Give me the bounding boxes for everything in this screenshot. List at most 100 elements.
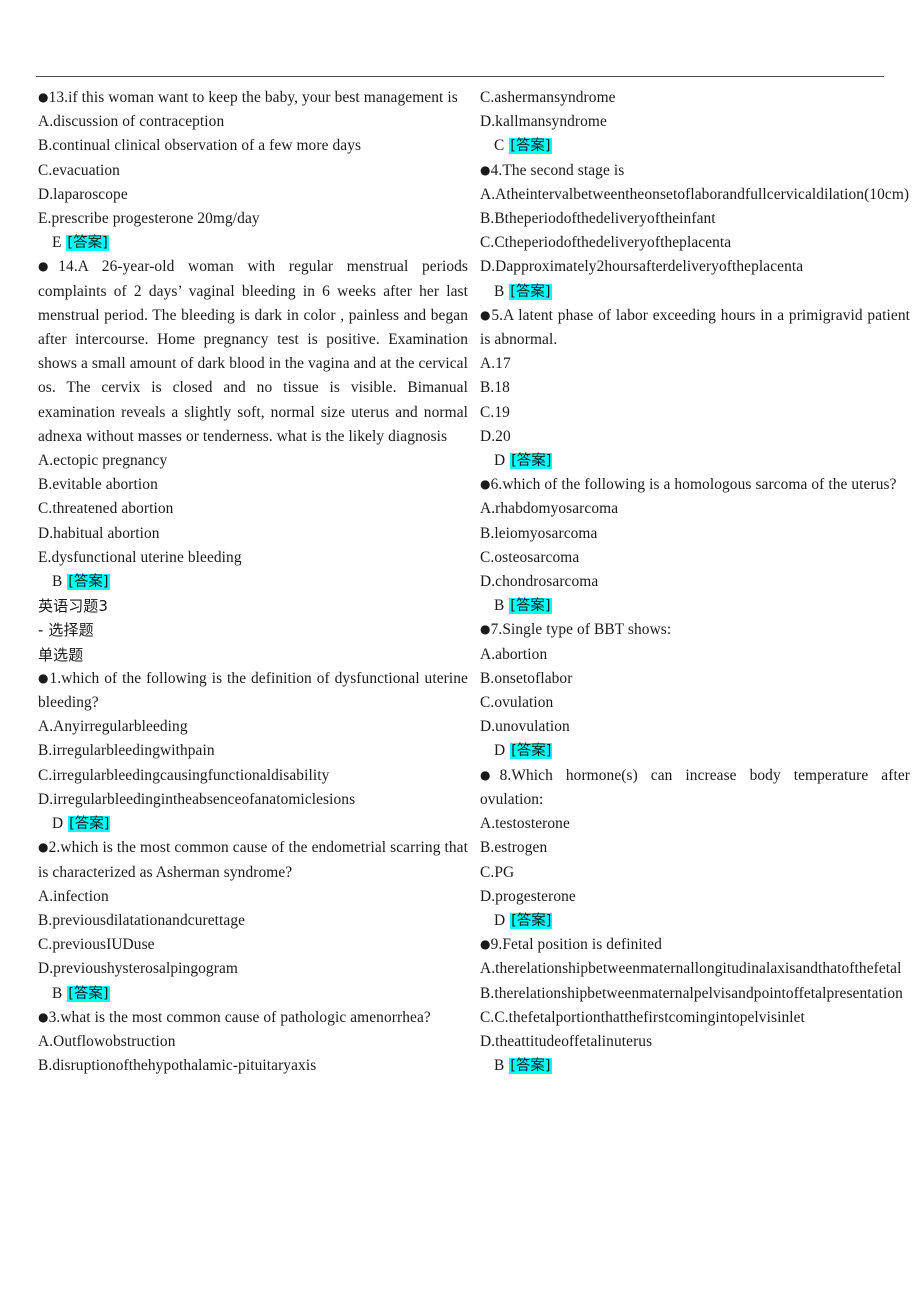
left-column: ●13.if this woman want to keep the baby,…: [38, 86, 468, 1078]
option-line: A.infection: [38, 887, 109, 905]
answer-line: D [答案]: [38, 812, 468, 836]
bullet-icon: ●: [480, 767, 500, 782]
answer-tag-highlight: [答案]: [509, 283, 552, 300]
option-line: B.estrogen: [480, 839, 548, 857]
option-line: A.Outflowobstruction: [38, 1032, 176, 1050]
question-stem: ●7.Single type of BBT shows:: [480, 618, 910, 642]
option-line: C.osteosarcoma: [480, 548, 580, 566]
option-line: C.irregularbleedingcausingfunctionaldisa…: [38, 766, 330, 784]
option-line: B.18: [480, 379, 510, 397]
question-stem: ●13.if this woman want to keep the baby,…: [38, 86, 468, 110]
bullet-icon: ●: [480, 162, 491, 177]
question-stem: ●3.what is the most common cause of path…: [38, 1006, 468, 1030]
answer-line: B [答案]: [480, 1054, 910, 1078]
option-line: B.irregularbleedingwithpain: [38, 742, 215, 760]
answer-letter: D: [494, 742, 506, 760]
option-line: A.discussion of contraception: [38, 113, 225, 131]
question-stem: ●8.Which hormone(s) can increase body te…: [480, 764, 910, 812]
section-heading: 英语习题3: [38, 597, 109, 616]
option-line: D.20: [480, 427, 511, 445]
answer-tag-highlight: [答案]: [510, 743, 553, 760]
answer-letter: D: [494, 911, 506, 929]
option-line: A.therelationshipbetweenmaternallongitud…: [480, 960, 902, 978]
answer-line: D [答案]: [480, 739, 910, 763]
answer-tag-highlight: [答案]: [510, 453, 553, 470]
answer-letter: B: [52, 984, 63, 1002]
question-stem: ●4.The second stage is: [480, 159, 910, 183]
bullet-icon: ●: [38, 670, 50, 685]
question-text: 4.The second stage is: [490, 161, 625, 179]
option-line: E.dysfunctional uterine bleeding: [38, 548, 242, 566]
answer-tag-highlight: [答案]: [68, 816, 111, 833]
question-text: 7.Single type of BBT shows:: [490, 621, 672, 639]
answer-letter: C: [494, 137, 505, 155]
question-text: 1.which of the following is the definiti…: [38, 669, 468, 712]
bullet-icon: ●: [480, 622, 491, 637]
question-stem: ●5.A latent phase of labor exceeding hou…: [480, 304, 910, 352]
answer-line: D [答案]: [480, 909, 910, 933]
answer-line: E [答案]: [38, 231, 468, 255]
option-line: D.kallmansyndrome: [480, 113, 607, 131]
option-line: C.PG: [480, 863, 515, 881]
header-rule: [36, 76, 884, 77]
option-line: D.Dapproximately2hoursafterdeliveryofthe…: [480, 258, 804, 276]
answer-letter: D: [52, 815, 64, 833]
question-text: 9.Fetal position is definited: [490, 936, 662, 954]
question-text: 3.what is the most common cause of patho…: [48, 1008, 431, 1026]
answer-line: B [答案]: [480, 594, 910, 618]
answer-letter: E: [52, 234, 62, 252]
option-line: D.previoushysterosalpingogram: [38, 960, 238, 978]
option-line: C.Ctheperiodofthedeliveryoftheplacenta: [480, 234, 732, 252]
bullet-icon: ●: [480, 477, 491, 492]
answer-tag-highlight: [答案]: [67, 574, 110, 591]
option-line: C.C.thefetalportionthatthefirstcomingint…: [480, 1008, 805, 1026]
question-text: 13.if this woman want to keep the baby, …: [48, 89, 458, 106]
question-text: 6.which of the following is a homologous…: [490, 476, 897, 494]
option-line: C.ovulation: [480, 694, 554, 712]
option-line: B.leiomyosarcoma: [480, 524, 598, 542]
answer-line: C [答案]: [480, 134, 910, 158]
bullet-icon: ●: [38, 259, 59, 274]
section-heading: - 选择题: [38, 621, 94, 640]
answer-tag-highlight: [答案]: [509, 138, 552, 155]
bullet-icon: ●: [38, 1009, 49, 1024]
answer-line: B [答案]: [38, 982, 468, 1006]
question-text: 8.Which hormone(s) can increase body tem…: [480, 766, 910, 808]
question-text: 2.which is the most common cause of the …: [38, 839, 468, 881]
option-line: B.Btheperiodofthedeliveryoftheinfant: [480, 210, 716, 228]
option-line: A.17: [480, 355, 511, 373]
option-line: B.onsetoflabor: [480, 669, 573, 687]
answer-tag-highlight: [答案]: [66, 235, 109, 252]
option-line: B.therelationshipbetweenmaternalpelvisan…: [480, 984, 903, 1002]
bullet-icon: ●: [38, 840, 49, 855]
question-stem: ●1.which of the following is the definit…: [38, 667, 468, 715]
option-line: D.progesterone: [480, 887, 576, 905]
answer-tag-highlight: [答案]: [509, 1058, 552, 1075]
two-column-body: ●13.if this woman want to keep the baby,…: [0, 86, 920, 1078]
option-line: D.theattitudeoffetalinuterus: [480, 1032, 653, 1050]
right-column: C.ashermansyndrome D.kallmansyndrome C [答案]…: [480, 86, 910, 1078]
question-stem: ●9.Fetal position is definited: [480, 933, 910, 957]
option-line: D.chondrosarcoma: [480, 573, 599, 591]
option-line: A.testosterone: [480, 815, 570, 833]
bullet-icon: ●: [38, 90, 49, 104]
answer-tag-highlight: [答案]: [67, 985, 110, 1002]
answer-line: B [答案]: [480, 280, 910, 304]
option-line: A.rhabdomyosarcoma: [480, 500, 619, 518]
question-text: 5.A latent phase of labor exceeding hour…: [480, 306, 910, 349]
option-line: D.habitual abortion: [38, 524, 160, 542]
option-line: C.19: [480, 403, 510, 421]
answer-letter: D: [494, 452, 506, 470]
answer-line: B [答案]: [38, 570, 468, 594]
option-line: A.abortion: [480, 645, 548, 663]
section-heading: 单选题: [38, 645, 84, 664]
answer-tag-highlight: [答案]: [509, 598, 552, 615]
option-line: B.continual clinical observation of a fe…: [38, 137, 362, 155]
answer-tag-highlight: [答案]: [510, 912, 553, 929]
option-line: C.threatened abortion: [38, 500, 174, 518]
question-text: 14.A 26-year-old woman with regular mens…: [38, 258, 468, 445]
option-line: B.evitable abortion: [38, 476, 158, 494]
option-line: C.ashermansyndrome: [480, 89, 616, 106]
option-line: D.irregularbleedingintheabsenceofanatomi…: [38, 790, 356, 808]
option-line: A.Anyirregularbleeding: [38, 718, 188, 736]
